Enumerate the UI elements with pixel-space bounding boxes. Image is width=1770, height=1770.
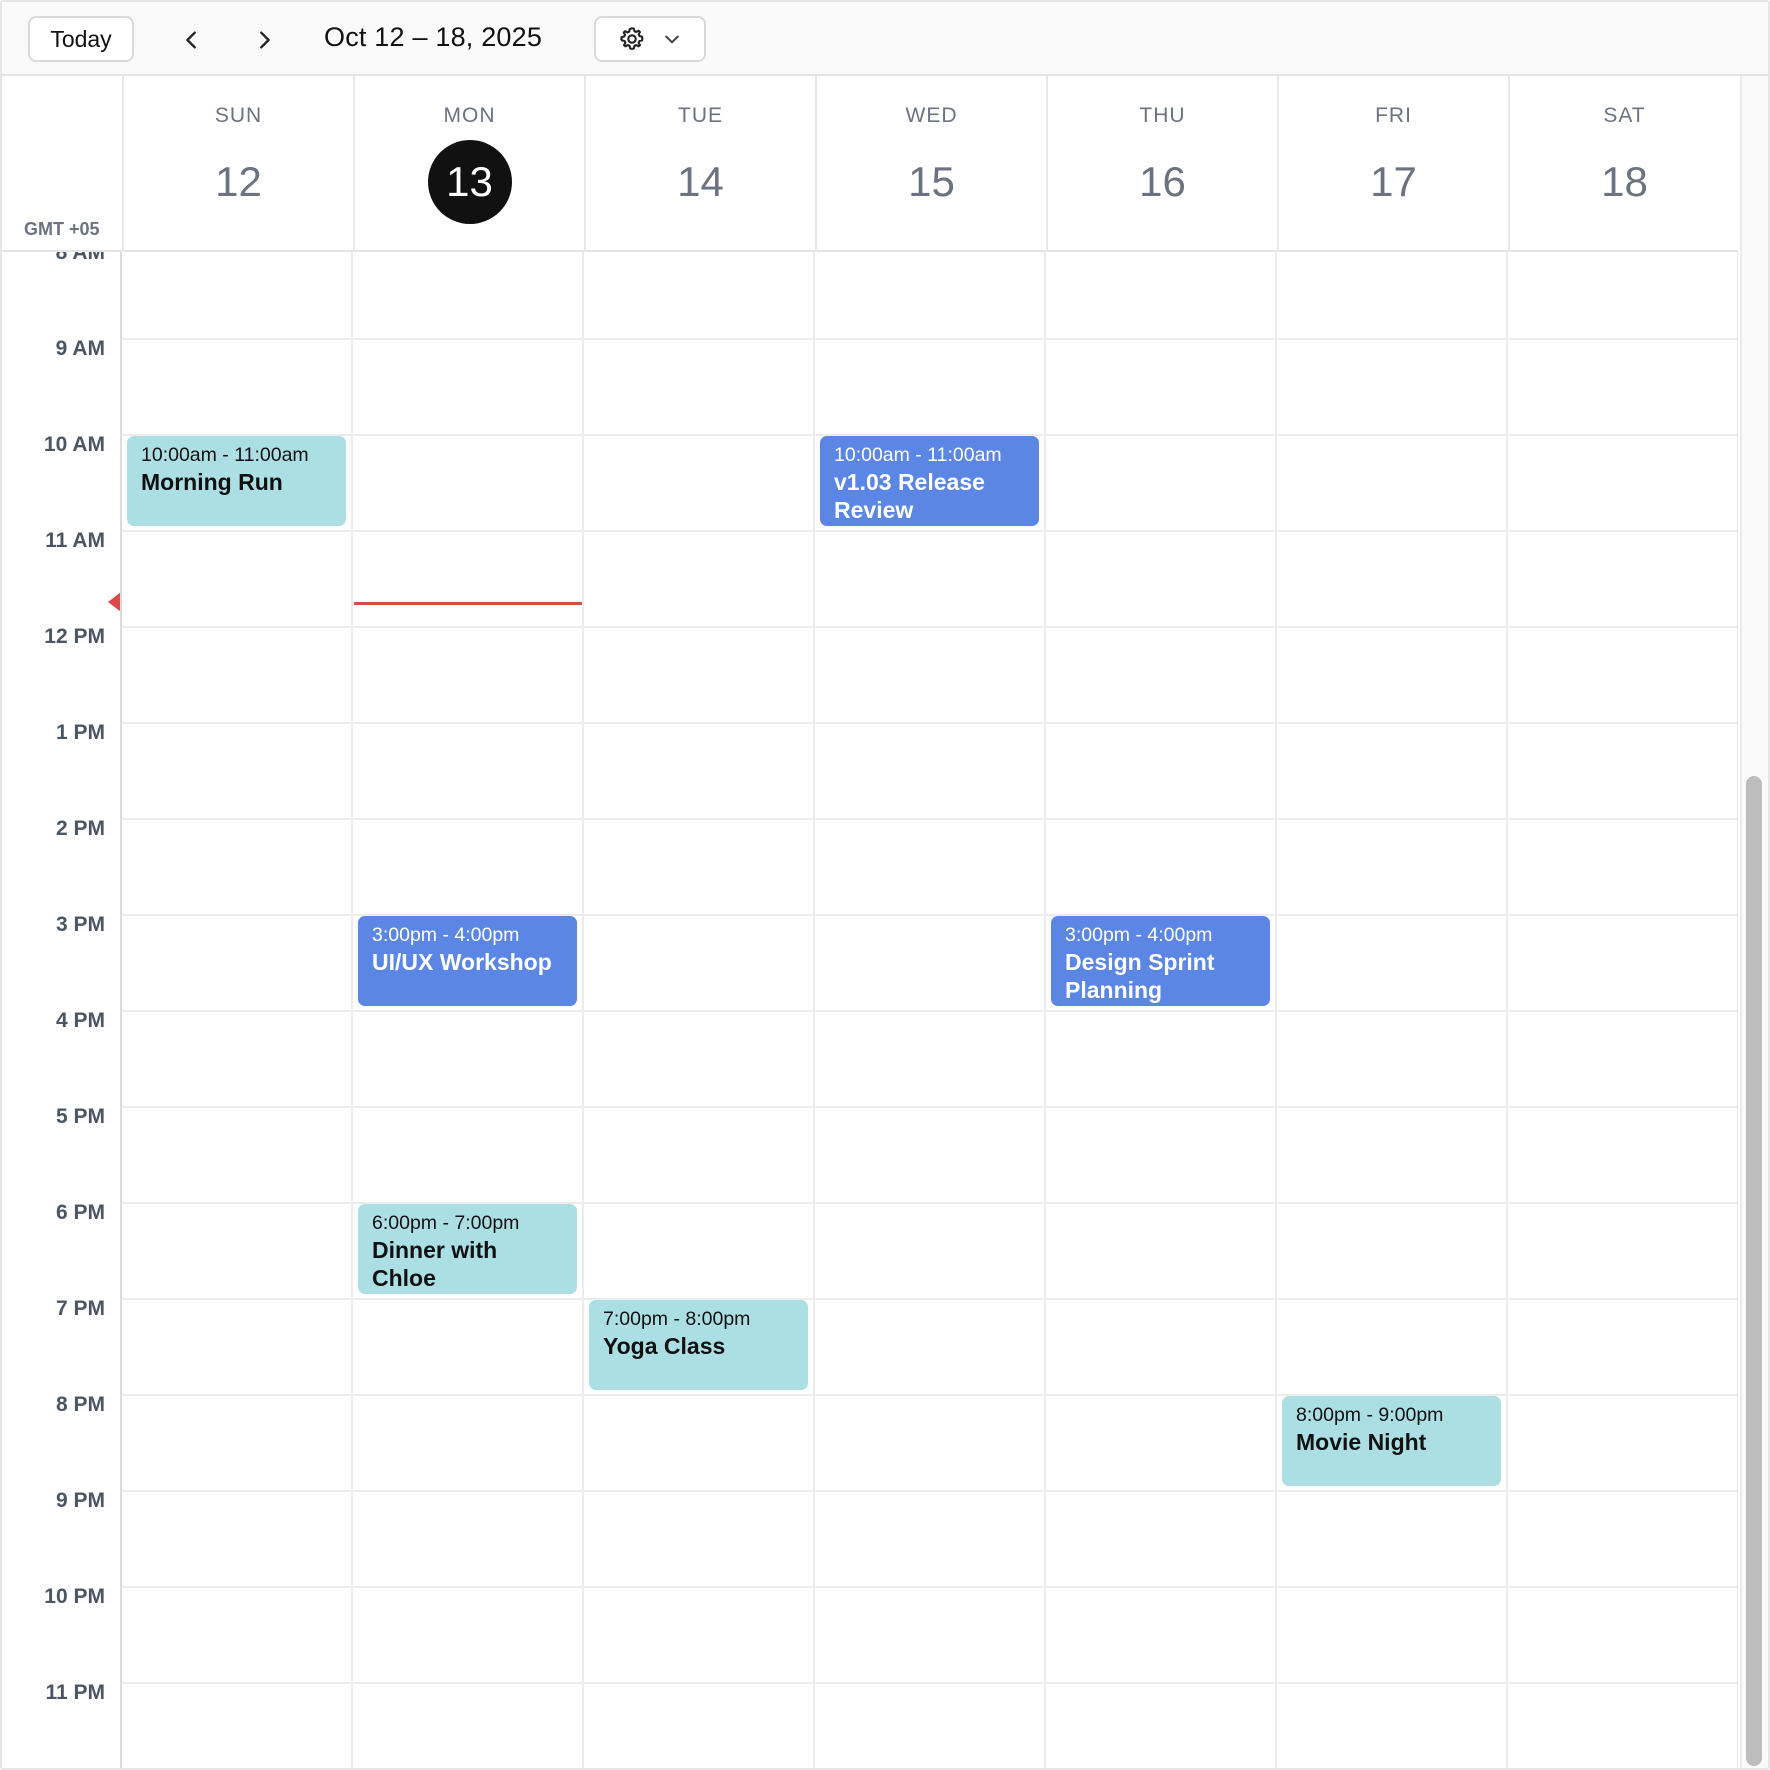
day-column-header-fri[interactable]: FRI 17: [1277, 76, 1508, 252]
event-title: Dinner with Chloe: [372, 1237, 498, 1291]
settings-dropdown-button[interactable]: [594, 16, 706, 62]
hour-gridline: [122, 818, 1738, 820]
day-column-header-tue[interactable]: TUE 14: [584, 76, 815, 252]
hour-label: 2 PM: [55, 817, 105, 840]
event-title: UI/UX Workshop: [372, 949, 552, 975]
event-dinner-with-chloe[interactable]: 6:00pm - 7:00pm Dinner with Chloe: [358, 1204, 577, 1294]
current-time-line: [354, 602, 584, 605]
day-of-week-label: SUN: [214, 104, 263, 127]
hour-label: 10 AM: [43, 433, 105, 456]
event-title: Design Sprint Planning: [1065, 949, 1215, 1003]
hour-gridline: [122, 1106, 1738, 1108]
chevron-right-icon: [260, 31, 270, 49]
event-title: Movie Night: [1296, 1429, 1427, 1455]
day-column-header-sun[interactable]: SUN 12: [122, 76, 353, 252]
event-yoga-class[interactable]: 7:00pm - 8:00pm Yoga Class: [589, 1300, 808, 1390]
hour-label: 6 PM: [55, 1201, 105, 1224]
event-design-sprint-planning[interactable]: 3:00pm - 4:00pm Design Sprint Planning: [1051, 916, 1270, 1006]
date-number[interactable]: 15: [890, 140, 974, 224]
date-number[interactable]: 16: [1121, 140, 1205, 224]
hour-label: 4 PM: [55, 1009, 105, 1032]
hour-label: 7 PM: [55, 1297, 105, 1320]
date-number[interactable]: 14: [659, 140, 743, 224]
event-time: 3:00pm - 4:00pm: [372, 924, 520, 946]
hour-gridline: [122, 1682, 1738, 1684]
event-time: 10:00am - 11:00am: [834, 444, 1002, 466]
today-date-number[interactable]: 13: [427, 140, 512, 224]
event-title: v1.03 Release Review: [834, 469, 985, 523]
day-column-header-mon[interactable]: MON 13: [353, 76, 584, 252]
date-number[interactable]: 18: [1583, 140, 1667, 224]
hour-gridline: [122, 1490, 1738, 1492]
today-button[interactable]: Today: [28, 16, 134, 62]
day-column-header-thu[interactable]: THU 16: [1046, 76, 1277, 252]
hour-label: 11 PM: [45, 1681, 105, 1704]
hour-label: 9 PM: [55, 1489, 105, 1512]
day-column-header-sat[interactable]: SAT 18: [1508, 76, 1739, 252]
event-time: 8:00pm - 9:00pm: [1296, 1404, 1444, 1426]
day-of-week-label: TUE: [678, 104, 723, 127]
event-time: 10:00am - 11:00am: [141, 444, 309, 466]
hour-gridline: [122, 626, 1738, 628]
day-of-week-label: MON: [443, 104, 496, 127]
hour-label: 5 PM: [55, 1105, 105, 1128]
day-column-header-wed[interactable]: WED 15: [815, 76, 1046, 252]
event-title: Yoga Class: [603, 1333, 726, 1359]
event-title: Morning Run: [141, 469, 283, 495]
day-of-week-label: WED: [905, 104, 958, 127]
event-movie-night[interactable]: 8:00pm - 9:00pm Movie Night: [1282, 1396, 1501, 1486]
previous-week-button[interactable]: [172, 20, 212, 60]
event-time: 7:00pm - 8:00pm: [603, 1308, 751, 1330]
event-time: 3:00pm - 4:00pm: [1065, 924, 1213, 946]
day-of-week-label: THU: [1139, 104, 1186, 127]
hour-label: 3 PM: [55, 913, 105, 936]
date-number[interactable]: 12: [197, 140, 281, 224]
hour-label: 8 PM: [55, 1393, 105, 1416]
event-ui-ux-workshop[interactable]: 3:00pm - 4:00pm UI/UX Workshop: [358, 916, 577, 1006]
gear-icon: [620, 27, 644, 50]
hour-gridline: [122, 338, 1738, 340]
time-grid[interactable]: 8 AM 9 AM 10 AM 11 AM 12 PM 1 PM 2 PM 3 PM 4 PM 5…: [2, 252, 1738, 1768]
chevron-down-icon: [665, 35, 679, 44]
week-header: GMT +05 SUN 12 MON 13 TUE 14 WED 15 THU 16 FRI 17 SA…: [2, 76, 1738, 252]
chevron-left-icon: [186, 31, 196, 49]
calendar-window: Today Oct 12 – 18, 2025 GMT +05 SUN 12 MON…: [0, 0, 1770, 1770]
hour-gridline: [122, 1298, 1738, 1300]
date-number[interactable]: 17: [1352, 140, 1436, 224]
calendar-toolbar: Today Oct 12 – 18, 2025: [2, 2, 1768, 76]
event-morning-run[interactable]: 10:00am - 11:00am Morning Run: [127, 436, 346, 526]
hour-label: 9 AM: [55, 337, 105, 360]
day-of-week-label: SAT: [1603, 104, 1646, 127]
scrollbar-thumb[interactable]: [1746, 776, 1762, 1766]
hour-gridline: [122, 722, 1738, 724]
timezone-label: GMT +05: [24, 219, 100, 239]
hour-gridline: [122, 1586, 1738, 1588]
hour-label: 12 PM: [44, 625, 105, 648]
hour-label: 1 PM: [55, 721, 105, 744]
event-v1-03-release-review[interactable]: 10:00am - 11:00am v1.03 Release Review: [820, 436, 1039, 526]
event-time: 6:00pm - 7:00pm: [372, 1212, 520, 1234]
hour-label: 8 AM: [55, 252, 105, 264]
date-range-title: Oct 12 – 18, 2025: [324, 22, 543, 52]
day-of-week-label: FRI: [1375, 104, 1412, 127]
hour-gridline: [122, 1010, 1738, 1012]
hour-gridline: [122, 530, 1738, 532]
next-week-button[interactable]: [244, 20, 284, 60]
hour-label: 10 PM: [44, 1585, 105, 1608]
hour-label: 11 AM: [45, 529, 105, 552]
